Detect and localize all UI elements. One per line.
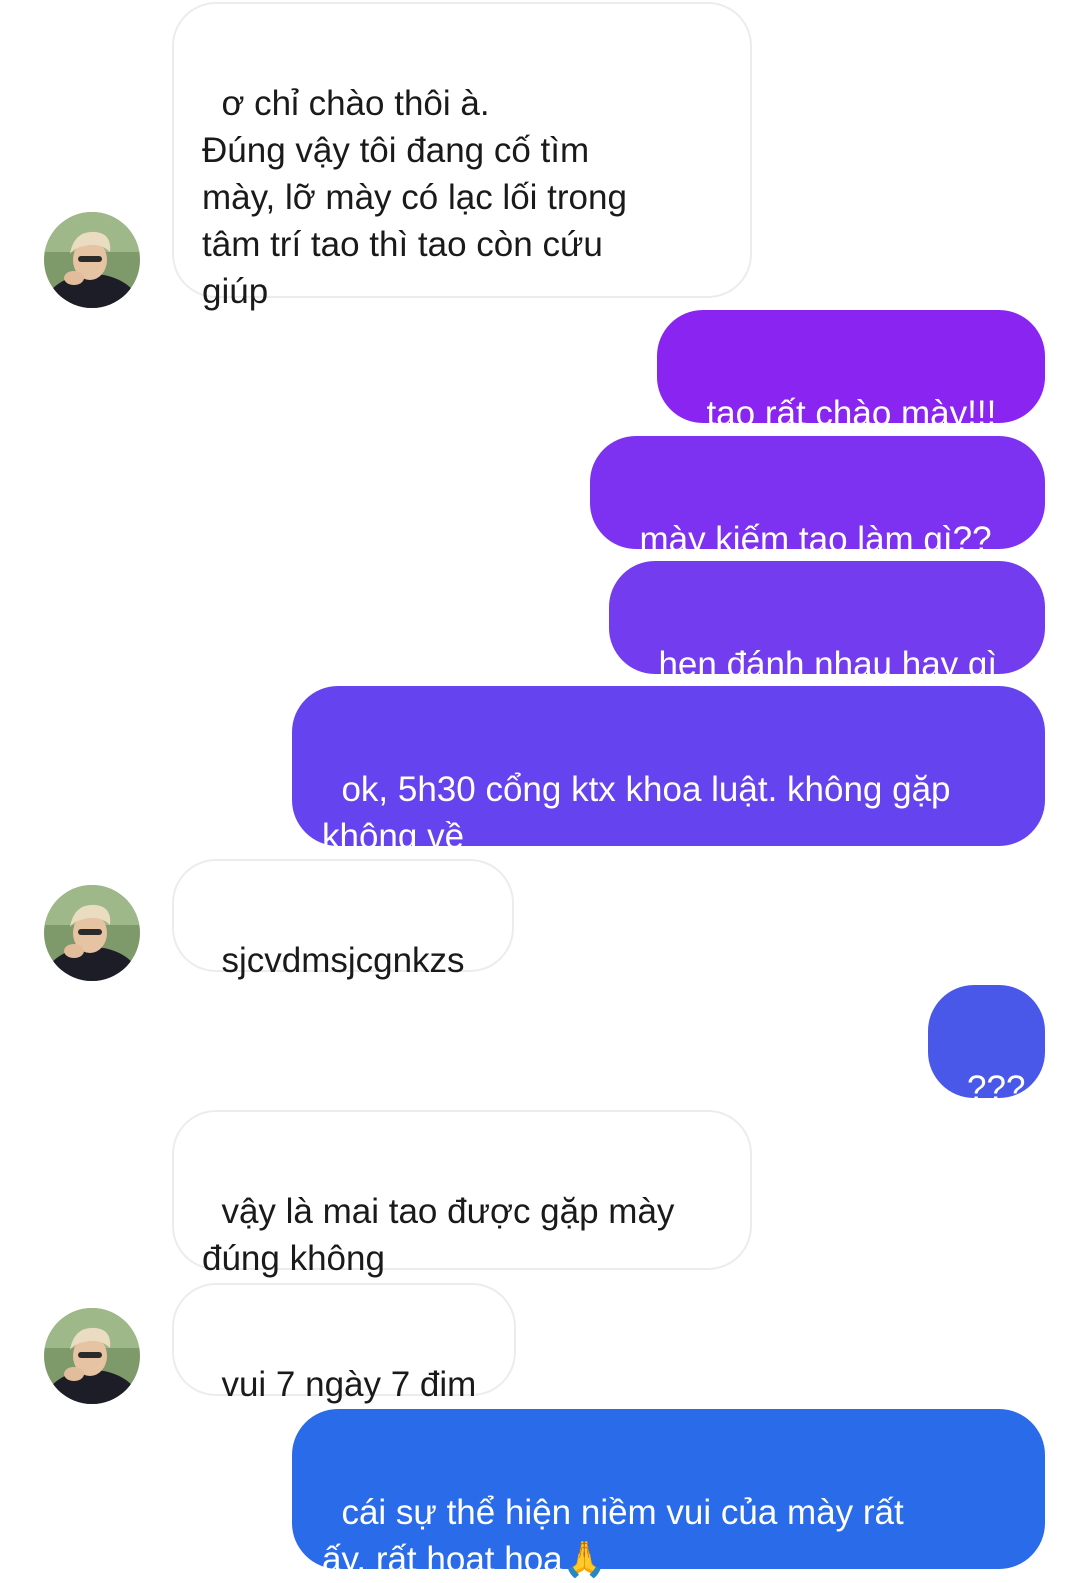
contact-avatar[interactable]	[44, 885, 140, 981]
contact-avatar[interactable]	[44, 212, 140, 308]
avatar-photo-icon	[44, 1308, 140, 1404]
avatar-photo-icon	[44, 212, 140, 308]
message-text: sjcvdmsjcgnkzs	[221, 941, 465, 980]
incoming-message[interactable]: sjcvdmsjcgnkzs	[172, 859, 514, 980]
message-text: ơ chỉ chào thôi à. Đúng vậy tôi đang cố …	[202, 84, 627, 311]
incoming-message[interactable]: vậy là mai tao được gặp mày đúng không	[172, 1110, 752, 1278]
message-text: ???	[967, 1069, 1026, 1108]
message-text: tao rất chào mày!!!	[706, 394, 997, 433]
outgoing-message[interactable]: tao rất chào mày!!!	[657, 310, 1045, 433]
outgoing-message[interactable]: ???	[928, 985, 1045, 1108]
message-text: vui 7 ngày 7 đim	[221, 1365, 477, 1404]
outgoing-message[interactable]: hẹn đánh nhau hay gì	[609, 561, 1045, 684]
message-text: hẹn đánh nhau hay gì	[658, 645, 998, 684]
message-text: ok, 5h30 cổng ktx khoa luật. không gặp k…	[322, 770, 951, 856]
outgoing-message[interactable]: mày kiếm tao làm gì??	[590, 436, 1045, 559]
contact-avatar[interactable]	[44, 1308, 140, 1404]
incoming-message[interactable]: vui 7 ngày 7 đim	[172, 1283, 516, 1404]
outgoing-message[interactable]: ok, 5h30 cổng ktx khoa luật. không gặp k…	[292, 686, 1045, 856]
incoming-message[interactable]: ơ chỉ chào thôi à. Đúng vậy tôi đang cố …	[172, 2, 752, 311]
outgoing-message[interactable]: cái sự thể hiện niềm vui của mày rất ấy.…	[292, 1409, 1045, 1579]
message-text: vậy là mai tao được gặp mày đúng không	[202, 1192, 675, 1278]
message-text: mày kiếm tao làm gì??	[639, 520, 992, 559]
message-text: cái sự thể hiện niềm vui của mày rất ấy.…	[322, 1493, 904, 1579]
avatar-photo-icon	[44, 885, 140, 981]
